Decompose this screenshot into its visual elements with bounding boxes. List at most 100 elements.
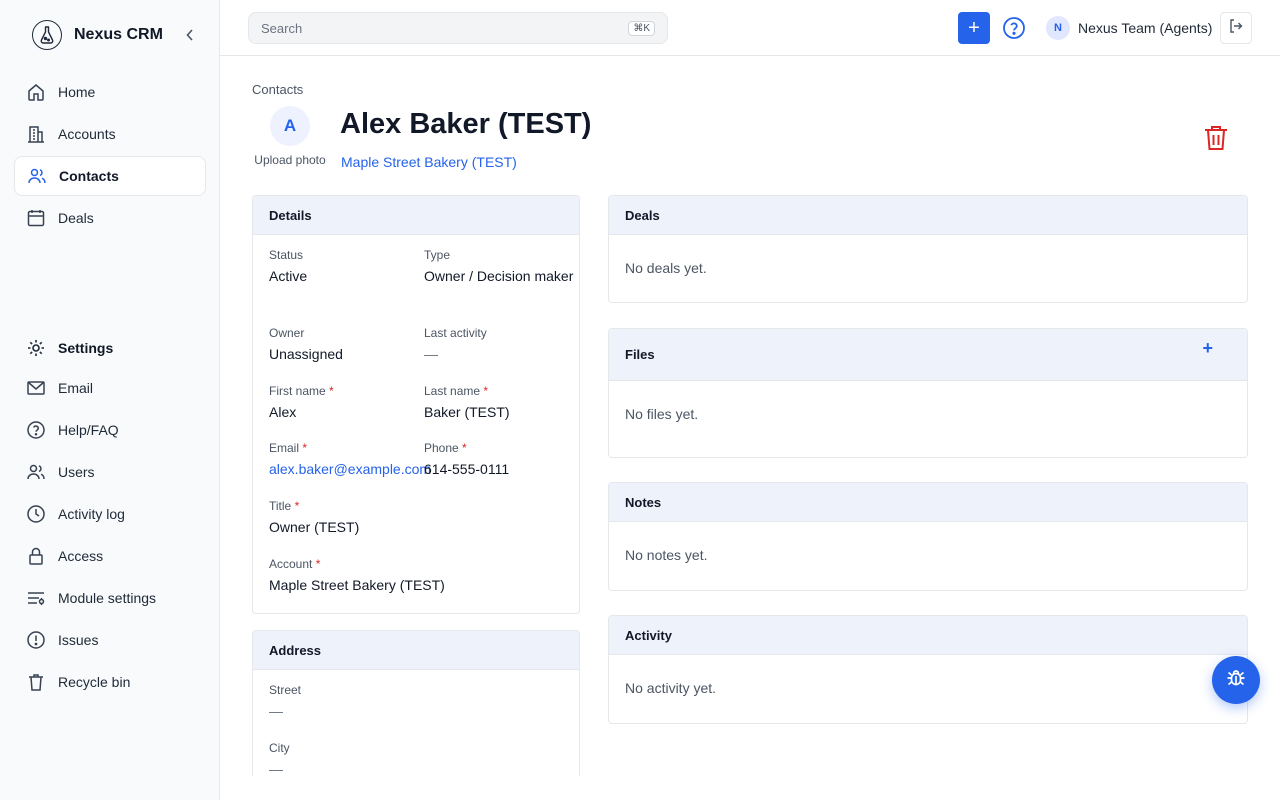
search-box[interactable]: ⌘K <box>248 12 668 44</box>
details-card: Details Status Active Type Owner / Decis… <box>252 195 580 614</box>
sidebar-item-settings[interactable]: Settings <box>14 328 206 368</box>
sidebar-item-contacts[interactable]: Contacts <box>14 156 206 196</box>
brand-name: Nexus CRM <box>74 26 163 43</box>
user-name: Nexus Team (Agents) <box>1078 20 1213 36</box>
field-value: Owner / Decision maker <box>424 268 574 284</box>
sidebar-item-label: Help/FAQ <box>58 422 119 438</box>
upload-photo-link[interactable]: Upload photo <box>252 153 328 167</box>
activity-card: Activity No activity yet. <box>608 615 1248 724</box>
sidebar-item-label: Module settings <box>58 590 157 606</box>
field-value: — <box>269 703 283 719</box>
last-name-field: Last name * Baker (TEST) <box>424 384 574 423</box>
topbar: ⌘K + N Nexus Team (Agents) <box>220 0 1280 56</box>
field-value: Baker (TEST) <box>424 404 510 420</box>
logout-icon <box>1228 18 1244 39</box>
bug-icon <box>1225 667 1247 694</box>
field-label: Account * <box>269 557 569 571</box>
sidebar-item-issues[interactable]: Issues <box>14 620 206 660</box>
users-icon <box>27 166 47 186</box>
search-input[interactable] <box>261 20 629 36</box>
field-value: Unassigned <box>269 346 343 362</box>
search-shortcut-badge: ⌘K <box>628 20 655 36</box>
app-root: Nexus CRM Home Accounts Contacts Deals S… <box>0 0 1280 800</box>
field-label-text: Last name <box>424 384 481 398</box>
avatar: N <box>1046 16 1070 40</box>
sidebar-item-users[interactable]: Users <box>14 452 206 492</box>
field-value: — <box>269 761 283 776</box>
sidebar-item-label: Issues <box>58 632 99 648</box>
help-circle-icon <box>26 420 46 440</box>
field-label: Last name * <box>424 384 574 398</box>
card-title: Details <box>253 196 579 235</box>
breadcrumb[interactable]: Contacts <box>252 82 303 97</box>
field-label: Title * <box>269 499 569 513</box>
sidebar-item-label: Contacts <box>59 168 119 184</box>
field-label-text: Title <box>269 499 292 513</box>
account-field: Account * Maple Street Bakery (TEST) <box>269 557 569 596</box>
sidebar-item-recycle-bin[interactable]: Recycle bin <box>14 662 206 702</box>
files-card: Files + No files yet. <box>608 328 1248 458</box>
sidebar-item-deals[interactable]: Deals <box>14 198 206 238</box>
field-value: Alex <box>269 404 297 420</box>
field-label: City <box>269 741 290 755</box>
account-link[interactable]: Maple Street Bakery (TEST) <box>341 154 517 170</box>
brand[interactable]: Nexus CRM <box>32 20 163 50</box>
sidebar-item-activity-log[interactable]: Activity log <box>14 494 206 534</box>
field-label-text: Email <box>269 441 300 455</box>
help-icon[interactable] <box>1002 16 1026 40</box>
mail-icon <box>26 378 46 398</box>
sidebar-item-label: Activity log <box>58 506 125 522</box>
empty-state: No notes yet. <box>625 547 708 563</box>
contact-avatar[interactable]: A <box>270 106 310 146</box>
report-bug-button[interactable] <box>1212 656 1260 704</box>
field-label-text: Account <box>269 557 313 571</box>
field-value: 614-555-0111 <box>424 461 510 477</box>
sidebar-item-access[interactable]: Access <box>14 536 206 576</box>
first-name-field: First name * Alex <box>269 384 419 423</box>
sidebar-item-label: Access <box>58 548 104 564</box>
type-field: Type Owner / Decision maker <box>424 248 574 287</box>
field-label: Phone * <box>424 441 574 455</box>
sidebar-item-email[interactable]: Email <box>14 368 206 408</box>
empty-state: No deals yet. <box>625 260 707 276</box>
city-field: City — <box>269 741 419 776</box>
sidebar-item-label: Users <box>58 464 95 480</box>
add-file-button[interactable]: + <box>1202 339 1213 357</box>
phone-field: Phone * 614-555-0111 <box>424 441 574 480</box>
last-activity-field: Last activity — <box>424 326 574 365</box>
field-value: Owner (TEST) <box>269 519 360 535</box>
address-card: Address Street — City — <box>252 630 580 776</box>
sidebar-item-module-settings[interactable]: Module settings <box>14 578 206 618</box>
home-icon <box>26 82 46 102</box>
deals-card: Deals No deals yet. <box>608 195 1248 303</box>
sidebar-item-help[interactable]: Help/FAQ <box>14 410 206 450</box>
lock-icon <box>26 546 46 566</box>
clock-icon <box>26 504 46 524</box>
card-title: Address <box>253 631 579 670</box>
trash-icon <box>26 672 46 692</box>
street-field: Street — <box>269 683 419 722</box>
sidebar-item-label: Home <box>58 84 96 100</box>
required-mark: * <box>315 557 321 571</box>
field-label: Status <box>269 248 304 262</box>
field-label: Street <box>269 683 302 697</box>
user-menu[interactable]: N Nexus Team (Agents) <box>1046 16 1212 40</box>
logout-button[interactable] <box>1220 12 1252 44</box>
sidebar-item-label: Deals <box>58 210 94 226</box>
collapse-sidebar-icon[interactable] <box>182 26 198 44</box>
sidebar-item-home[interactable]: Home <box>14 72 206 112</box>
delete-contact-button[interactable] <box>1200 124 1232 156</box>
building-icon <box>26 124 46 144</box>
users-icon <box>26 462 46 482</box>
required-mark: * <box>483 384 489 398</box>
owner-field: Owner Unassigned <box>269 326 419 365</box>
field-value: — <box>424 346 438 362</box>
required-mark: * <box>462 441 467 455</box>
card-title: Deals <box>609 196 1247 235</box>
required-mark: * <box>302 441 308 455</box>
status-field: Status Active <box>269 248 419 287</box>
sidebar-item-accounts[interactable]: Accounts <box>14 114 206 154</box>
field-label: Last activity <box>424 326 487 340</box>
add-button[interactable]: + <box>958 12 990 44</box>
alert-circle-icon <box>26 630 46 650</box>
